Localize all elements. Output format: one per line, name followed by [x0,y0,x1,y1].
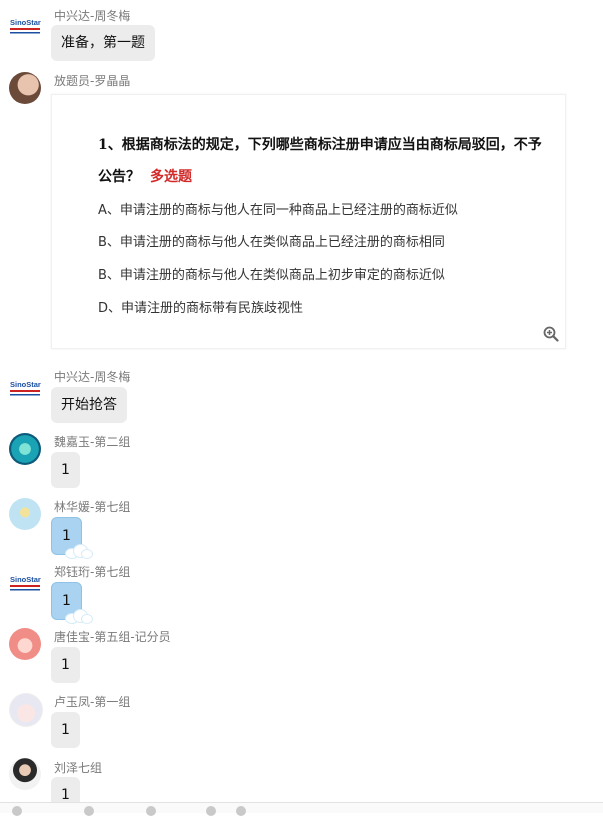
message-bubble[interactable]: 开始抢答 [51,387,127,423]
toolbar-icon[interactable] [236,806,246,816]
cloud-decoration [64,544,93,559]
bottom-toolbar [0,802,603,816]
cloud-decoration [64,609,93,624]
sender-name: 卢玉凤-第一组 [54,695,131,709]
question-type-tag: 多选题 [150,169,192,185]
answer-option: B、申请注册的商标与他人在类似商品上初步审定的商标近似 [98,268,445,283]
sender-name: 放题员-罗晶晶 [54,74,131,88]
message-bubble[interactable]: 1 [51,647,80,683]
sender-name: 郑钰珩-第七组 [54,565,131,579]
question-card[interactable]: 1、根据商标法的规定，下列哪些商标注册申请应当由商标局驳回，不予公告？ 多选题 A… [51,94,566,349]
avatar[interactable] [9,693,43,727]
message-bubble[interactable]: 1 [51,452,80,488]
avatar[interactable]: SinoStar [9,370,41,402]
avatar[interactable]: SinoStar [9,565,41,597]
answer-option: D、申请注册的商标带有民族歧视性 [98,301,304,316]
sender-name: 林华媛-第七组 [54,500,131,514]
message-text: 1 [62,593,71,609]
message-bubble[interactable]: 1 [51,582,93,624]
answer-option: B、申请注册的商标与他人在类似商品上已经注册的商标相同 [98,235,445,250]
message-bubble[interactable]: 1 [51,712,80,748]
message-text: 1 [62,528,71,544]
avatar[interactable] [9,433,41,465]
sender-name: 唐佳宝-第五组-记分员 [54,630,171,644]
question-title: 1、根据商标法的规定，下列哪些商标注册申请应当由商标局驳回，不予公告？ 多选题 [98,129,548,193]
avatar[interactable] [9,758,41,790]
avatar[interactable] [9,498,41,530]
avatar[interactable] [9,72,41,104]
svg-text:SinoStar: SinoStar [10,380,41,389]
toolbar-icon[interactable] [146,806,156,816]
sender-name: 中兴达-周冬梅 [54,370,131,384]
avatar[interactable] [9,628,41,660]
avatar[interactable]: SinoStar [9,8,41,40]
toolbar-icon[interactable] [12,806,22,816]
message-bubble[interactable]: 准备，第一题 [51,25,155,61]
svg-text:SinoStar: SinoStar [10,575,41,584]
zoom-in-icon[interactable] [543,326,559,342]
sender-name: 刘泽七组 [54,761,103,775]
toolbar-icon[interactable] [206,806,216,816]
svg-text:SinoStar: SinoStar [10,18,41,27]
sender-name: 中兴达-周冬梅 [54,9,131,23]
sender-name: 魏嘉玉-第二组 [54,435,131,449]
toolbar-icon[interactable] [84,806,94,816]
message-bubble[interactable]: 1 [51,517,93,559]
answer-option: A、申请注册的商标与他人在同一种商品上已经注册的商标近似 [98,203,458,218]
